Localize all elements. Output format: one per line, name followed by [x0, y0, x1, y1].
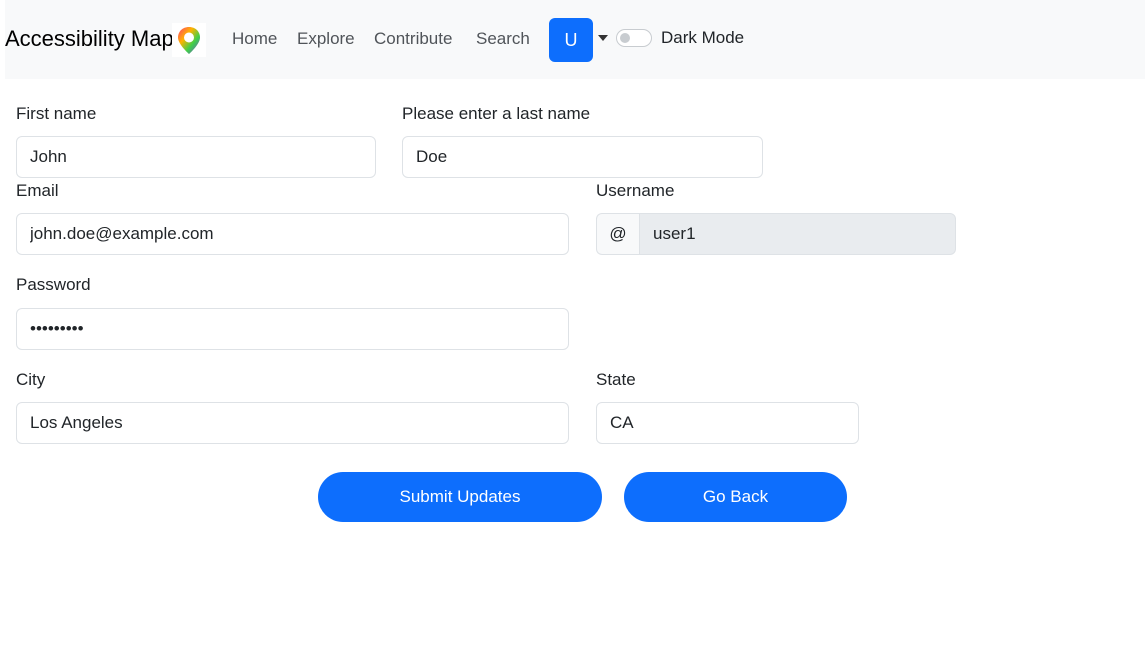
dark-mode-label: Dark Mode [661, 28, 745, 47]
chevron-down-icon[interactable] [598, 35, 608, 41]
map-pin-logo-icon[interactable] [172, 23, 206, 57]
go-back-button[interactable]: Go Back [624, 472, 847, 522]
username-input[interactable] [639, 213, 956, 255]
first-name-label: First name [16, 104, 97, 123]
toggle-knob [620, 33, 630, 43]
city-input[interactable] [16, 402, 569, 444]
username-label: Username [596, 181, 675, 200]
first-name-input[interactable] [16, 136, 376, 178]
nav-link-home[interactable]: Home [232, 28, 277, 50]
state-label: State [596, 370, 636, 389]
last-name-label: Please enter a last name [402, 104, 591, 123]
submit-updates-button[interactable]: Submit Updates [318, 472, 602, 522]
navbar: Accessibility Map Home Explore Contribut… [5, 0, 1145, 79]
dark-mode-toggle[interactable] [616, 29, 652, 47]
city-label: City [16, 370, 46, 389]
nav-link-search[interactable]: Search [476, 28, 530, 50]
email-label: Email [16, 181, 59, 200]
nav-link-explore[interactable]: Explore [297, 28, 355, 50]
last-name-input[interactable] [402, 136, 763, 178]
user-menu-button[interactable]: U [549, 18, 593, 62]
brand-title[interactable]: Accessibility Map [5, 24, 174, 54]
email-input[interactable] [16, 213, 569, 255]
password-label: Password [16, 275, 91, 294]
nav-link-contribute[interactable]: Contribute [374, 28, 452, 50]
password-input[interactable] [16, 308, 569, 350]
state-input[interactable] [596, 402, 859, 444]
at-sign-prefix: @ [596, 213, 639, 255]
